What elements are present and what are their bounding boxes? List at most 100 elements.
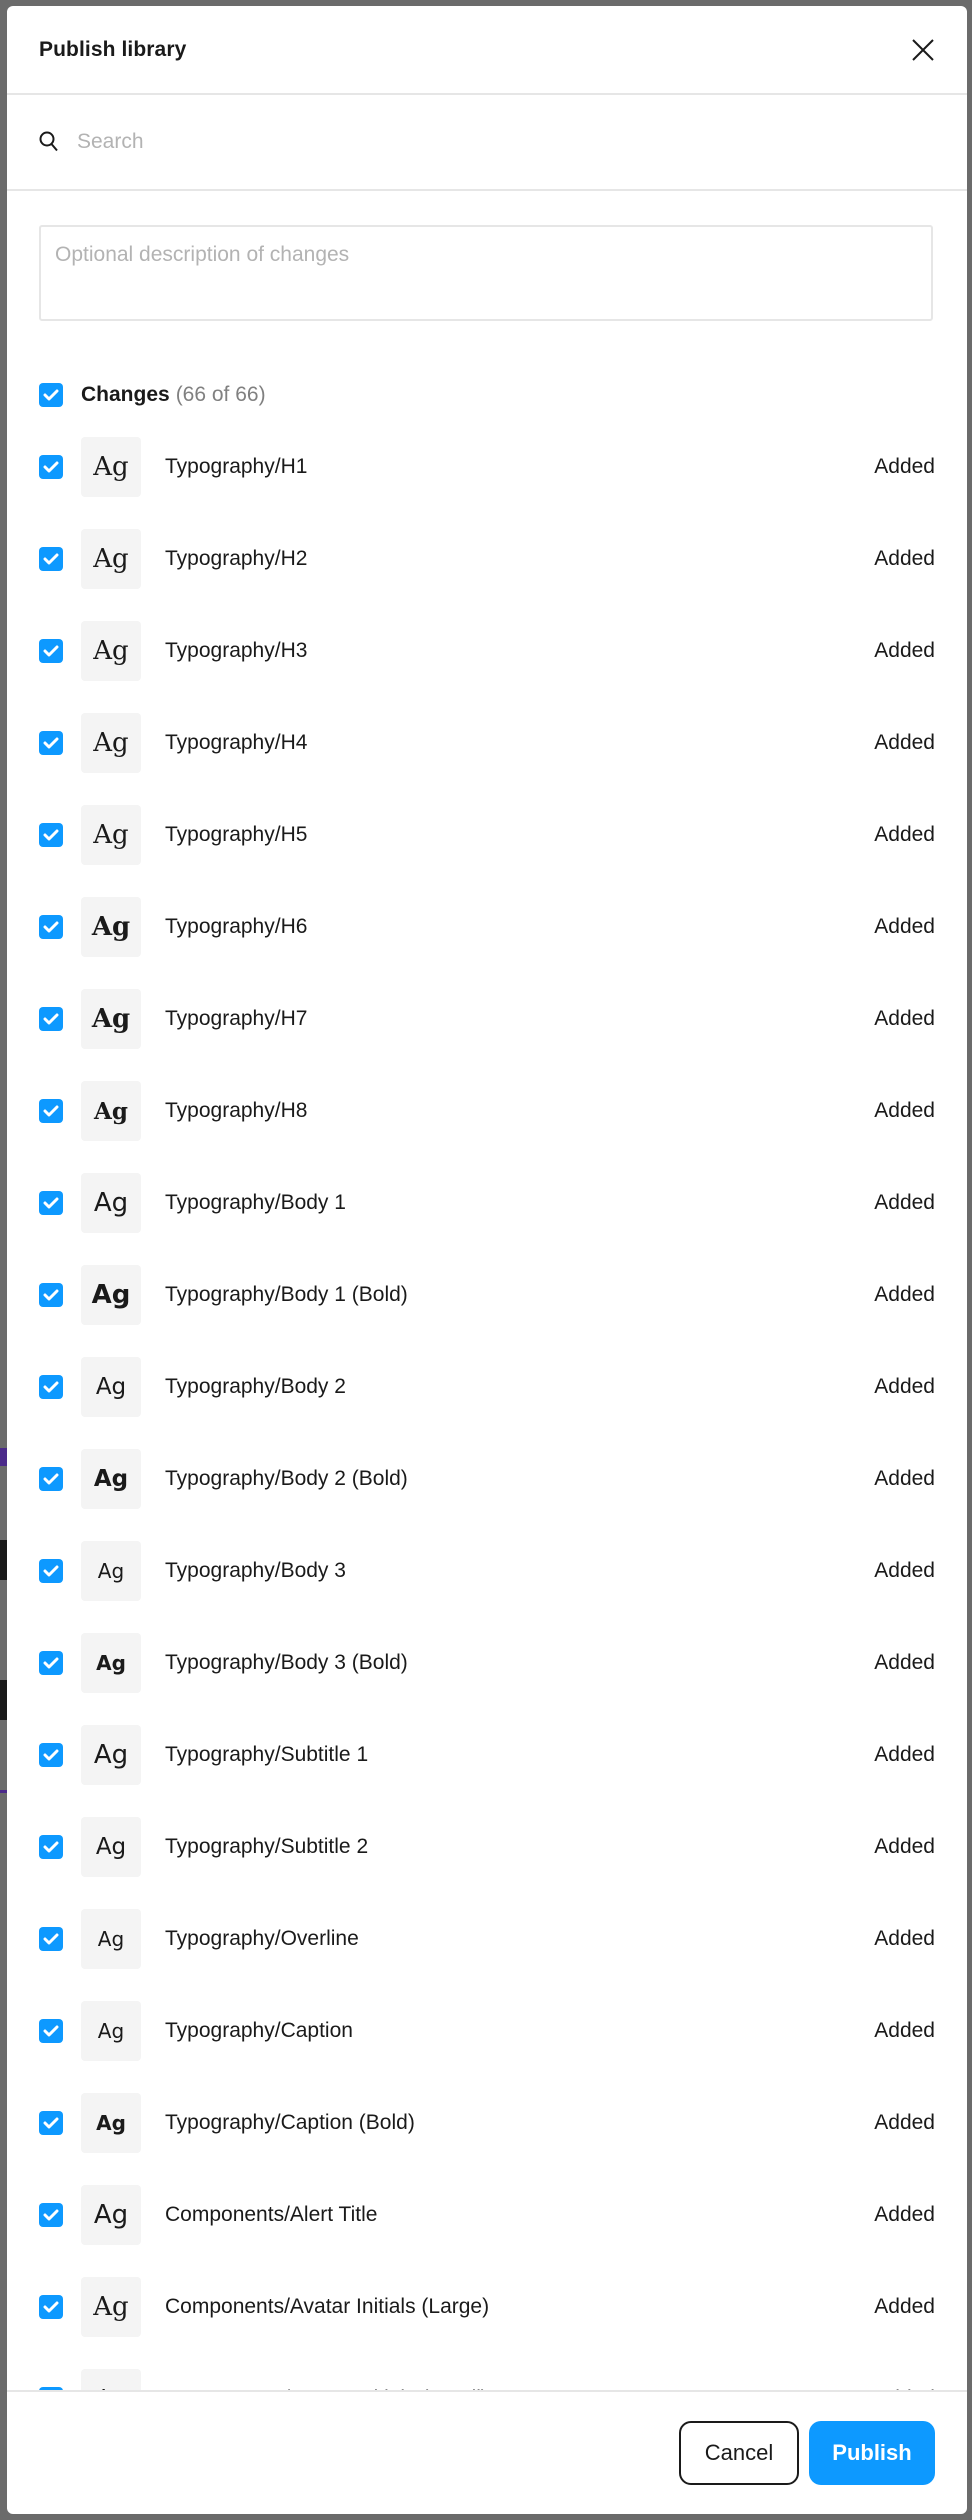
search-input[interactable] — [77, 130, 935, 154]
checkmark-icon — [43, 389, 59, 401]
change-list-item[interactable]: Ag Typography/Body 2 (Bold) Added — [39, 1433, 935, 1525]
item-checkbox[interactable] — [39, 823, 63, 847]
change-list-item[interactable]: Ag Typography/H7 Added — [39, 973, 935, 1065]
text-style-preview-icon: Ag — [81, 2369, 141, 2390]
item-name: Typography/Body 3 — [165, 1559, 346, 1582]
item-status: Added — [874, 731, 935, 754]
text-style-preview-icon: Ag — [81, 1081, 141, 1141]
item-status: Added — [874, 547, 935, 570]
change-list-item[interactable]: Ag Typography/Body 3 (Bold) Added — [39, 1617, 935, 1709]
checkmark-icon — [43, 553, 59, 565]
change-list-item[interactable]: Ag Components/Alert Title Added — [39, 2169, 935, 2261]
item-name: Typography/Overline — [165, 1927, 359, 1950]
item-status: Added — [874, 2203, 935, 2226]
change-list-item[interactable]: Ag Typography/Body 1 (Bold) Added — [39, 1249, 935, 1341]
item-name: Typography/Subtitle 2 — [165, 1835, 369, 1858]
item-checkbox[interactable] — [39, 1007, 63, 1031]
change-list-item[interactable]: Ag Typography/Body 1 Added — [39, 1157, 935, 1249]
item-checkbox[interactable] — [39, 1651, 63, 1675]
change-list-item[interactable]: Ag Typography/Body 2 Added — [39, 1341, 935, 1433]
change-list-item[interactable]: Ag Typography/Caption Added — [39, 1985, 935, 2077]
item-name: Typography/Subtitle 1 — [165, 1743, 369, 1766]
item-checkbox[interactable] — [39, 2203, 63, 2227]
item-checkbox[interactable] — [39, 1191, 63, 1215]
checkmark-icon — [43, 2117, 59, 2129]
item-name: Typography/H5 — [165, 823, 308, 846]
publish-library-dialog: Publish library Changes (66 of 66) Ag Typ… — [7, 6, 967, 2514]
item-status: Added — [874, 1283, 935, 1306]
item-checkbox[interactable] — [39, 2111, 63, 2135]
changes-scroll-area[interactable]: Changes (66 of 66) AgTypography/H1AddedA… — [7, 191, 967, 2390]
change-list-item[interactable]: Ag Typography/H1 Added — [39, 421, 935, 513]
item-checkbox[interactable] — [39, 1375, 63, 1399]
item-checkbox[interactable] — [39, 2387, 63, 2390]
item-name: Typography/Body 1 — [165, 1191, 346, 1214]
item-name: Typography/Body 2 (Bold) — [165, 1467, 408, 1490]
item-name: Components/Avatar Initials (Large) — [165, 2295, 490, 2318]
item-status: Added — [874, 2387, 935, 2390]
item-checkbox[interactable] — [39, 1467, 63, 1491]
change-list-item[interactable]: Ag Typography/H3 Added — [39, 605, 935, 697]
changes-count: (66 of 66) — [175, 383, 266, 406]
change-list-item[interactable]: Ag Typography/H2 Added — [39, 513, 935, 605]
text-style-preview-icon: Ag — [81, 437, 141, 497]
checkmark-icon — [43, 1749, 59, 1761]
change-list-item[interactable]: Ag Components/Avatar Initials (Small)Adde… — [39, 2353, 935, 2390]
text-style-preview-icon: Ag — [81, 2001, 141, 2061]
cancel-button[interactable]: Cancel — [679, 2421, 799, 2485]
text-style-preview-icon: Ag — [81, 1633, 141, 1693]
change-list-item[interactable]: Ag Typography/H4 Added — [39, 697, 935, 789]
text-style-preview-icon: Ag — [81, 2277, 141, 2337]
item-checkbox[interactable] — [39, 2295, 63, 2319]
item-name: Typography/Caption — [165, 2019, 353, 2042]
description-textarea[interactable] — [39, 225, 933, 321]
text-style-preview-icon: Ag — [81, 1357, 141, 1417]
change-list-item[interactable]: Ag Typography/H8 Added — [39, 1065, 935, 1157]
change-list-item[interactable]: Ag Typography/Subtitle 1 Added — [39, 1709, 935, 1801]
change-list-item[interactable]: Ag Typography/Overline Added — [39, 1893, 935, 1985]
text-style-preview-icon: Ag — [81, 1541, 141, 1601]
item-checkbox[interactable] — [39, 639, 63, 663]
search-icon — [39, 131, 58, 152]
item-name: Typography/Body 1 (Bold) — [165, 1283, 408, 1306]
item-checkbox[interactable] — [39, 2019, 63, 2043]
item-checkbox[interactable] — [39, 1099, 63, 1123]
item-checkbox[interactable] — [39, 915, 63, 939]
text-style-preview-icon: Ag — [81, 2185, 141, 2245]
item-name: Components/Alert Title — [165, 2203, 378, 2226]
item-status: Added — [874, 639, 935, 662]
changes-label: Changes — [81, 383, 170, 406]
change-list-item[interactable]: Ag Typography/Subtitle 2 Added — [39, 1801, 935, 1893]
select-all-checkbox[interactable] — [39, 383, 63, 407]
text-style-preview-icon: Ag — [81, 1725, 141, 1785]
text-style-preview-icon: Ag — [81, 1817, 141, 1877]
item-name: Typography/H7 — [165, 1007, 308, 1030]
change-list-item[interactable]: Ag Components/Avatar Initials (Large) Adde… — [39, 2261, 935, 2353]
item-checkbox[interactable] — [39, 1283, 63, 1307]
close-icon — [912, 38, 934, 61]
text-style-preview-icon: Ag — [81, 1173, 141, 1233]
item-name: Typography/Caption (Bold) — [165, 2111, 415, 2134]
item-checkbox[interactable] — [39, 455, 63, 479]
publish-button[interactable]: Publish — [809, 2421, 935, 2485]
change-list-item[interactable]: Ag Typography/Caption (Bold) Added — [39, 2077, 935, 2169]
item-checkbox[interactable] — [39, 547, 63, 571]
close-button[interactable] — [905, 32, 941, 68]
item-status: Added — [874, 1007, 935, 1030]
item-name: Typography/H3 — [165, 639, 308, 662]
change-list-item[interactable]: Ag Typography/H6 Added — [39, 881, 935, 973]
change-list-item[interactable]: Ag Typography/Body 3 Added — [39, 1525, 935, 1617]
item-name: Typography/Body 2 — [165, 1375, 346, 1398]
item-checkbox[interactable] — [39, 1743, 63, 1767]
item-checkbox[interactable] — [39, 731, 63, 755]
item-checkbox[interactable] — [39, 1559, 63, 1583]
change-list-item[interactable]: Ag Typography/H5 Added — [39, 789, 935, 881]
checkmark-icon — [43, 1381, 59, 1393]
text-style-preview-icon: Ag — [81, 897, 141, 957]
item-name: Typography/Body 3 (Bold) — [165, 1651, 408, 1674]
checkmark-icon — [43, 2209, 59, 2221]
changes-list: Ag Typography/H1 Added Ag Typography/H2 Added… — [39, 421, 935, 2390]
item-checkbox[interactable] — [39, 1927, 63, 1951]
item-checkbox[interactable] — [39, 1835, 63, 1859]
checkmark-icon — [43, 1013, 59, 1025]
